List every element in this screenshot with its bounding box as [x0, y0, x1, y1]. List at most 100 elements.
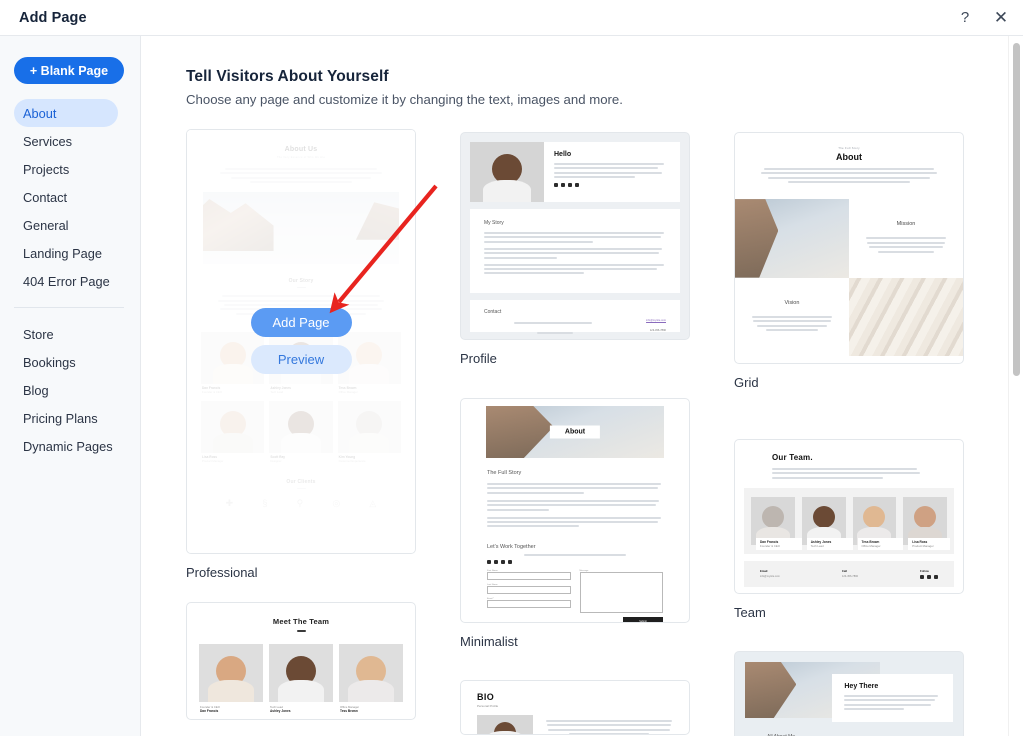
- template-item-minimalist[interactable]: About The Full Story Let's Work Together…: [460, 398, 690, 649]
- sidebar-item-label: Contact: [23, 189, 68, 205]
- thumb-member-role: Founder & CEO: [760, 543, 780, 548]
- thumb-member-role: Product Manager: [912, 543, 934, 548]
- template-thumbnail-meet-the-team[interactable]: Meet The Team Founder & CEO Dan Francis T…: [186, 602, 416, 720]
- template-thumbnail-team[interactable]: Our Team. Dan Francis Founder & CEO Ashl…: [734, 439, 964, 594]
- template-label-minimalist: Minimalist: [460, 634, 518, 649]
- template-label-team: Team: [734, 605, 766, 620]
- template-thumbnail-hey-there[interactable]: Hey There All About Me: [734, 651, 964, 736]
- gallery-header: Tell Visitors About Yourself Choose any …: [141, 36, 1023, 107]
- sidebar-item-landing-page[interactable]: Landing Page: [14, 239, 118, 267]
- sidebar-item-services[interactable]: Services: [14, 127, 118, 155]
- thumb-section-contact: Contact info@mysite.com 123-456-7890: [470, 300, 680, 334]
- sidebar-item-store[interactable]: Store: [14, 320, 118, 348]
- thumb-heading: Hey There: [844, 683, 879, 690]
- thumb-heading: Meet The Team: [272, 617, 330, 626]
- scrollbar-thumb[interactable]: [1013, 43, 1020, 376]
- sidebar-nav-primary: About Services Projects Contact General …: [0, 99, 140, 295]
- template-thumbnail-bio[interactable]: BIO Personal Profile: [460, 680, 690, 735]
- sidebar-item-blog[interactable]: Blog: [14, 376, 118, 404]
- thumb-tile-mission: Mission: [849, 199, 963, 278]
- sidebar-item-contact[interactable]: Contact: [14, 183, 118, 211]
- thumb-section-3: Let's Work Together: [487, 544, 536, 551]
- thumb-team-grid: Dan Francis Founder & CEO Ashley Jones T…: [744, 487, 954, 554]
- thumb-tile-title: Mission: [896, 221, 916, 228]
- sidebar-divider: [14, 307, 124, 308]
- thumb-member-name: Ashley Jones: [270, 708, 291, 713]
- sidebar-item-label: Landing Page: [23, 245, 102, 261]
- sidebar-item-label: Bookings: [23, 354, 76, 370]
- sidebar-item-projects[interactable]: Projects: [14, 155, 118, 183]
- sidebar-item-pricing-plans[interactable]: Pricing Plans: [14, 404, 118, 432]
- thumb-image-marble: [849, 277, 963, 357]
- template-thumbnail-minimalist[interactable]: About The Full Story Let's Work Together…: [460, 398, 690, 623]
- sidebar-item-general[interactable]: General: [14, 211, 118, 239]
- template-item-team[interactable]: Our Team. Dan Francis Founder & CEO Ashl…: [734, 439, 964, 620]
- page-title: Add Page: [19, 9, 87, 26]
- template-column-3: The Full Story About Mission Vision Grid…: [734, 129, 964, 736]
- sidebar-item-label: Dynamic Pages: [23, 438, 113, 454]
- thumb-member: Ashley Jones Tech Lead: [801, 496, 853, 550]
- thumb-member-role: Tech Lead: [810, 543, 824, 548]
- sidebar-item-dynamic-pages[interactable]: Dynamic Pages: [14, 432, 118, 460]
- thumb-section-3: Contact: [484, 309, 502, 315]
- template-label-grid: Grid: [734, 375, 759, 390]
- thumb-header: The Full Story About: [735, 133, 963, 199]
- template-item-professional[interactable]: About Us The Very Essence of Who We Are …: [186, 129, 416, 580]
- template-label-professional: Professional: [186, 565, 258, 580]
- sidebar-item-label: Services: [23, 133, 73, 149]
- thumb-footer-value: info@mysite.com: [760, 574, 780, 578]
- thumb-social-icons: [554, 183, 670, 188]
- thumb-heading: Hello: [554, 151, 572, 158]
- sidebar: + Blank Page About Services Projects Con…: [0, 36, 141, 736]
- thumb-social-icons: [487, 560, 663, 565]
- thumb-member-name: Tess Brown: [340, 708, 358, 713]
- thumb-contact-form: First Name Last Name Email * Message Sub…: [487, 570, 663, 622]
- template-grid: About Us The Very Essence of Who We Are …: [186, 129, 986, 736]
- thumb-heading: About: [836, 152, 862, 162]
- card-hover-actions: Add Page Preview: [187, 308, 415, 374]
- thumb-member: Lisa Ross Product Manager: [903, 496, 950, 550]
- thumb-contact-email: info@mysite.com: [646, 319, 666, 322]
- template-label-profile: Profile: [460, 351, 497, 366]
- thumb-heading: BIO: [477, 692, 495, 702]
- blank-page-button[interactable]: + Blank Page: [14, 57, 124, 84]
- thumb-member: Office Manager Tess Brown: [339, 643, 403, 716]
- thumb-contact-phone: 123-456-7890: [649, 329, 666, 333]
- template-item-profile[interactable]: Hello My Story Contact info@mysite.com 1…: [460, 132, 690, 366]
- help-icon[interactable]: ?: [955, 8, 975, 28]
- vertical-scrollbar[interactable]: [1008, 36, 1023, 736]
- thumb-heading: About: [549, 425, 601, 439]
- template-gallery: Tell Visitors About Yourself Choose any …: [141, 36, 1023, 736]
- thumb-footer-label: Call: [841, 568, 848, 573]
- close-icon[interactable]: ✕: [991, 8, 1011, 28]
- thumb-quad-grid: Mission Vision: [735, 199, 963, 357]
- gallery-subtitle: Choose any page and customize it by chan…: [186, 92, 623, 107]
- sidebar-item-label: Pricing Plans: [23, 410, 98, 426]
- template-column-2: Hello My Story Contact info@mysite.com 1…: [460, 129, 690, 736]
- sidebar-item-about[interactable]: About: [14, 99, 118, 127]
- gallery-title: Tell Visitors About Yourself: [186, 68, 389, 85]
- thumb-submit-button: Submit: [623, 617, 663, 622]
- template-item-hey-there[interactable]: Hey There All About Me: [734, 651, 964, 736]
- sidebar-item-bookings[interactable]: Bookings: [14, 348, 118, 376]
- thumb-member: Dan Francis Founder & CEO: [751, 496, 802, 550]
- sidebar-item-404-error-page[interactable]: 404 Error Page: [14, 267, 118, 295]
- thumb-image-rock: [735, 199, 849, 278]
- template-thumbnail-profile[interactable]: Hello My Story Contact info@mysite.com 1…: [460, 132, 690, 340]
- dialog-header: Add Page ? ✕: [0, 0, 1023, 36]
- thumb-tile-title: Vision: [784, 299, 800, 306]
- template-thumbnail-professional[interactable]: About Us The Very Essence of Who We Are …: [186, 129, 416, 554]
- thumb-section-my-story: My Story: [470, 209, 680, 293]
- add-page-button[interactable]: Add Page: [250, 308, 352, 337]
- thumb-social-icons: [920, 574, 938, 579]
- thumb-tile-vision: Vision: [735, 277, 849, 357]
- template-item-bio[interactable]: BIO Personal Profile: [460, 680, 690, 735]
- thumb-team-grid: Founder & CEO Dan Francis Tech Lead Ashley…: [187, 632, 415, 716]
- template-item-grid[interactable]: The Full Story About Mission Vision Grid: [734, 132, 964, 390]
- sidebar-item-label: Blog: [23, 382, 49, 398]
- template-item-meet-the-team[interactable]: Meet The Team Founder & CEO Dan Francis T…: [186, 602, 416, 720]
- preview-button[interactable]: Preview: [250, 345, 352, 374]
- thumb-section-2: The Full Story: [487, 470, 522, 476]
- thumb-member: Tess Brown Office Manager: [852, 496, 904, 550]
- template-thumbnail-grid[interactable]: The Full Story About Mission Vision: [734, 132, 964, 364]
